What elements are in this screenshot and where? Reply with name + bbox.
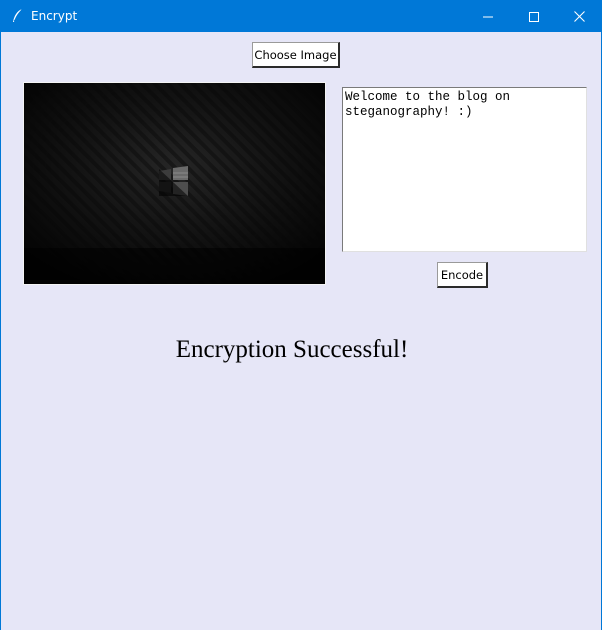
status-message: Encryption Successful! (175, 336, 409, 363)
choose-image-button[interactable]: Choose Image (252, 42, 340, 68)
close-icon (573, 7, 585, 26)
feather-icon (11, 8, 25, 24)
encode-button[interactable]: Encode (437, 262, 488, 288)
message-textbox[interactable]: Welcome to the blog on steganography! :) (342, 87, 587, 252)
encrypt-window: Encrypt Choose Image Welcome to the blog… (0, 0, 602, 630)
image-preview (23, 82, 326, 285)
maximize-button[interactable] (511, 0, 557, 32)
maximize-icon (529, 7, 539, 26)
minimize-button[interactable] (465, 0, 511, 32)
title-bar[interactable]: Encrypt (1, 0, 601, 32)
window-title: Encrypt (31, 9, 78, 23)
close-button[interactable] (556, 0, 602, 32)
minimize-icon (483, 7, 493, 26)
